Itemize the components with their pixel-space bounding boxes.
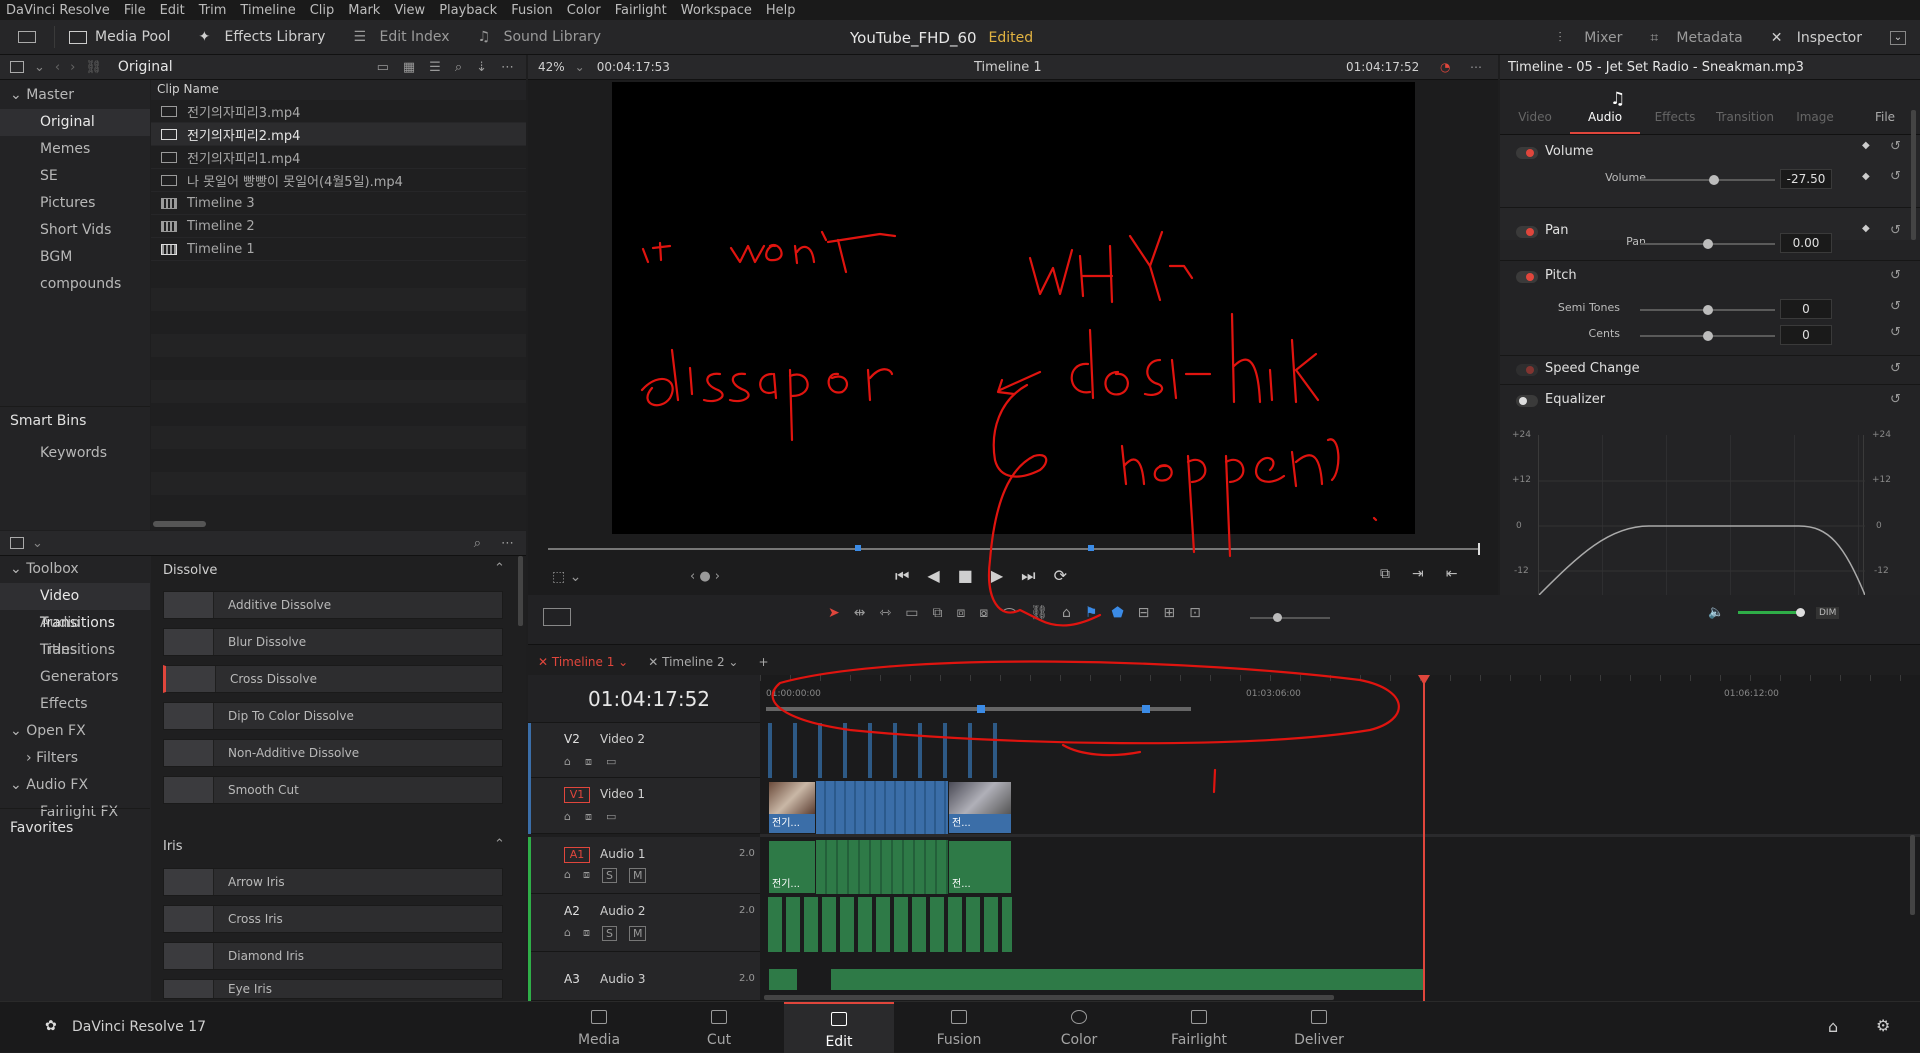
resolve-logo-icon: ✿ bbox=[45, 1018, 57, 1034]
red-annotation bbox=[640, 230, 1400, 794]
page-cut[interactable]: Cut bbox=[664, 1002, 774, 1053]
page-fairlight[interactable]: Fairlight bbox=[1144, 1002, 1254, 1053]
gear-icon[interactable]: ⚙ bbox=[1876, 1016, 1890, 1035]
home-icon[interactable]: ⌂ bbox=[1828, 1017, 1838, 1036]
color-page-icon bbox=[1071, 1010, 1087, 1024]
page-label: Deliver bbox=[1294, 1032, 1344, 1048]
edit-page-icon bbox=[831, 1012, 847, 1026]
fairlight-page-icon bbox=[1191, 1010, 1207, 1024]
page-label: Media bbox=[577, 1032, 621, 1048]
page-fusion[interactable]: Fusion bbox=[904, 1002, 1014, 1053]
cut-page-icon bbox=[711, 1010, 727, 1024]
page-label: Edit bbox=[825, 1034, 853, 1050]
app-version: DaVinci Resolve 17 bbox=[72, 1019, 207, 1035]
page-label: Fusion bbox=[936, 1032, 982, 1048]
page-deliver[interactable]: Deliver bbox=[1264, 1002, 1374, 1053]
page-navigation: ✿ DaVinci Resolve 17 Media Cut Edit Fusi… bbox=[0, 1001, 1920, 1053]
page-label: Color bbox=[1060, 1032, 1098, 1048]
deliver-page-icon bbox=[1311, 1010, 1327, 1024]
page-label: Cut bbox=[706, 1032, 732, 1048]
fusion-page-icon bbox=[951, 1010, 967, 1024]
page-media[interactable]: Media bbox=[544, 1002, 654, 1053]
media-page-icon bbox=[591, 1010, 607, 1024]
page-color[interactable]: Color bbox=[1024, 1002, 1134, 1053]
page-label: Fairlight bbox=[1170, 1032, 1228, 1048]
page-edit[interactable]: Edit bbox=[784, 1002, 894, 1053]
